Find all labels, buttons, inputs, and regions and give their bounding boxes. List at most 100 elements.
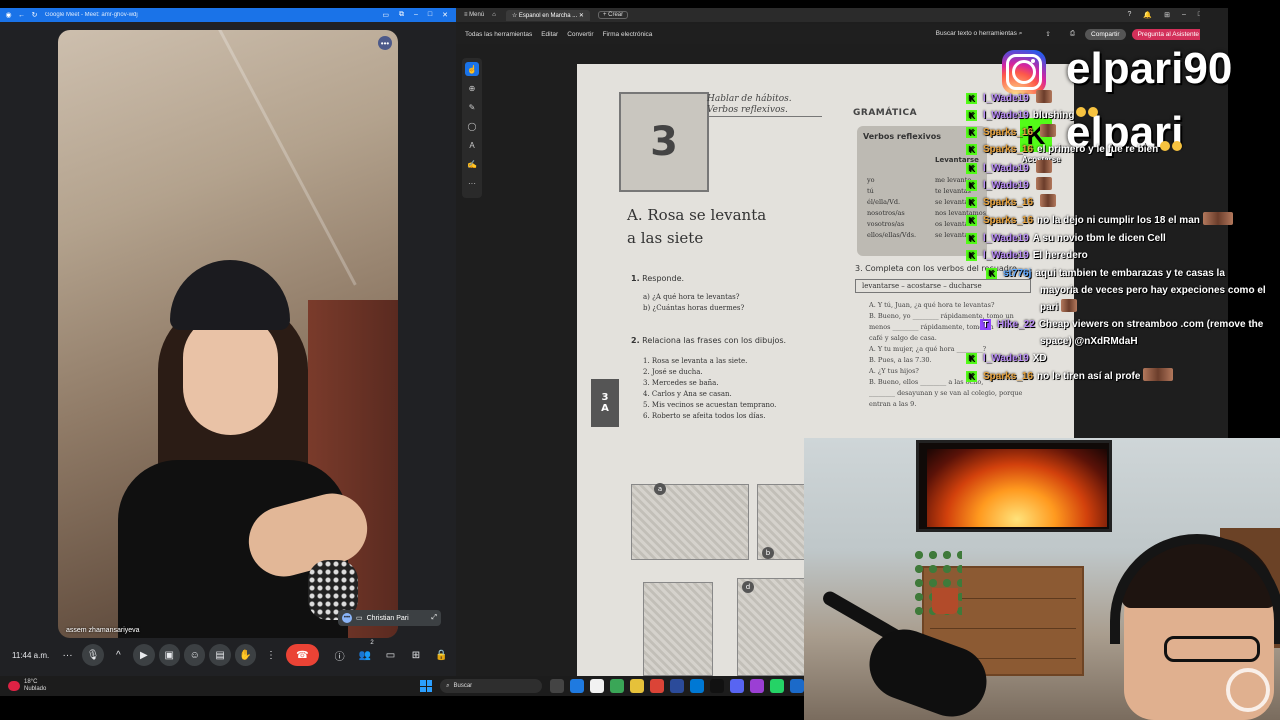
kick-badge-icon: K xyxy=(966,353,977,364)
exercise-2-list: 1. Rosa se levanta a las siete. 2. José … xyxy=(643,357,777,420)
store-icon[interactable] xyxy=(590,679,604,693)
pen-tool-icon[interactable]: ✎ xyxy=(465,100,479,114)
share-button[interactable]: Compartir xyxy=(1085,28,1126,40)
sign-menu[interactable]: Firma electrónica xyxy=(603,31,653,38)
notifications-icon[interactable]: 🔔 xyxy=(1143,11,1152,19)
cap xyxy=(170,260,290,330)
convert-menu[interactable]: Convertir xyxy=(567,31,593,38)
camera-button[interactable]: ▶ xyxy=(133,644,155,666)
edit-menu[interactable]: Editar xyxy=(541,31,558,38)
drawing-a: a xyxy=(631,483,749,560)
chat-message-continued: pari xyxy=(1040,299,1078,316)
select-tool-icon[interactable]: ☝ xyxy=(465,62,479,76)
present-button[interactable]: ▣ xyxy=(158,644,180,666)
chat-message: Kst776j aqui tambien te embarazas y te ca… xyxy=(986,265,1225,282)
stamp-tool-icon[interactable]: ✍ xyxy=(465,157,479,171)
desktop-background xyxy=(1228,0,1280,440)
chat-message: K Sparks_16 el primero y le fue re bien xyxy=(966,141,1183,158)
kick-badge-icon: K xyxy=(986,268,997,279)
side-tab: 3 A xyxy=(591,379,619,427)
raise-hand-button[interactable]: ✋ xyxy=(234,644,257,666)
outlook-icon[interactable] xyxy=(690,679,704,693)
taskbar-search[interactable]: ⌕ Buscar xyxy=(440,679,542,693)
fireplace-video xyxy=(927,449,1107,527)
exercise-2: 2. Relaciona las frases con los dibujos.… xyxy=(631,336,787,420)
chat-message: Kl_Wade19 A su novio tbm le dicen Cell xyxy=(966,230,1166,247)
chrome-icon[interactable] xyxy=(650,679,664,693)
minimize-icon[interactable]: – xyxy=(414,11,418,19)
create-button[interactable]: + Crear xyxy=(597,11,629,19)
obs-icon[interactable] xyxy=(750,679,764,693)
document-tab[interactable]: ☆ Espanol en Marcha ... ✕ xyxy=(505,9,590,21)
print-icon[interactable]: ⎙ xyxy=(1070,30,1075,38)
all-tools-menu[interactable]: Todas las herramientas xyxy=(465,31,532,38)
zoom-tool-icon[interactable]: ⊕ xyxy=(465,81,479,95)
kick-badge-icon: K xyxy=(966,163,977,174)
app-blue-icon[interactable] xyxy=(790,679,804,693)
microphone-button[interactable]: 🎙 xyxy=(82,644,104,666)
home-icon[interactable]: ⌂ xyxy=(492,12,496,18)
camera-off-icon: ▭ xyxy=(356,615,363,622)
activities-icon[interactable]: ⊞ xyxy=(405,644,426,666)
emote-icon xyxy=(1040,194,1057,207)
watermark-logo-icon xyxy=(1226,668,1270,712)
chat-message: K Sparks_16 no le tiren así al profe xyxy=(966,368,1174,385)
search-tools-button[interactable]: Buscar texto o herramientas ⌕ xyxy=(936,30,1023,38)
tiktok-icon[interactable] xyxy=(710,679,724,693)
menu-button[interactable]: ≡ Menú xyxy=(464,12,484,18)
end-call-button[interactable]: ☎ xyxy=(285,644,319,666)
more-tools-icon[interactable]: ··· xyxy=(465,176,479,190)
weather-widget[interactable]: 18°C Nublado xyxy=(8,679,46,693)
taskbar-search-label: Buscar xyxy=(453,683,473,689)
task-view-icon[interactable] xyxy=(550,679,564,693)
chat-message-continued: space) @nXdRMdaH xyxy=(1040,336,1138,347)
apps-icon[interactable]: ⊞ xyxy=(1164,11,1170,19)
more-icon[interactable]: ··· xyxy=(57,644,78,666)
lock-icon[interactable]: 🔒 xyxy=(431,644,452,666)
captions-button[interactable]: ▤ xyxy=(209,644,231,666)
edge-icon[interactable] xyxy=(570,679,584,693)
glasses xyxy=(1164,636,1260,662)
more-options-icon[interactable]: ••• xyxy=(378,36,392,50)
people-icon[interactable]: 👥 2 xyxy=(354,640,375,666)
drawing-c xyxy=(643,582,713,676)
more-vert-icon[interactable]: ⋮ xyxy=(260,644,281,666)
text-tool-icon[interactable]: A xyxy=(465,138,479,152)
kick-badge-icon: K xyxy=(966,144,977,155)
create-label: Crear xyxy=(608,12,624,18)
lasso-tool-icon[interactable]: ◯ xyxy=(465,119,479,133)
self-view-tile[interactable]: ••• ▭ Christian Pari ⤢ xyxy=(338,610,441,626)
search-icon: ⌕ xyxy=(446,682,450,689)
emote-icon xyxy=(1143,368,1174,381)
reload-icon[interactable]: ↻ xyxy=(30,11,39,20)
minimize-icon[interactable]: – xyxy=(1182,11,1186,19)
folder-icon[interactable] xyxy=(630,679,644,693)
chat-icon[interactable]: ▭ xyxy=(380,644,401,666)
discord-icon[interactable] xyxy=(730,679,744,693)
back-icon[interactable]: ← xyxy=(17,11,26,20)
chat-message: K Sparks_16 no la dejo ni cumplir los 18 e… xyxy=(966,212,1233,229)
emoji-button[interactable]: ☺ xyxy=(184,644,206,666)
whatsapp-icon[interactable] xyxy=(770,679,784,693)
expand-icon[interactable]: ⤢ xyxy=(431,614,437,622)
files-icon[interactable] xyxy=(610,679,624,693)
info-icon[interactable]: ⓘ xyxy=(329,644,350,666)
help-icon[interactable]: ? xyxy=(1127,11,1131,19)
tv-screen xyxy=(916,440,1112,532)
kick-badge-icon: K xyxy=(966,93,977,104)
windows-start-icon[interactable] xyxy=(420,680,433,692)
save-icon[interactable]: ⇪ xyxy=(1045,30,1050,38)
meet-window-title: Google Meet - Meet: amr-ghov-wdj xyxy=(45,12,138,18)
temperature: 18°C xyxy=(24,679,38,685)
emote-icon xyxy=(1035,160,1052,173)
chevron-up-icon[interactable]: ^ xyxy=(108,644,129,666)
chat-message: K Sparks_16 xyxy=(966,124,1057,141)
cast-icon[interactable]: ▭ xyxy=(382,11,389,19)
chat-message: Kl_Wade19 El heredero xyxy=(966,247,1088,264)
drawing-d: d xyxy=(737,578,807,676)
extensions-icon[interactable]: ⧉ xyxy=(399,11,404,19)
close-icon[interactable]: ✕ xyxy=(442,11,448,19)
app-l-icon[interactable] xyxy=(670,679,684,693)
emote-icon xyxy=(1035,90,1052,103)
maximize-icon[interactable]: □ xyxy=(428,11,432,19)
